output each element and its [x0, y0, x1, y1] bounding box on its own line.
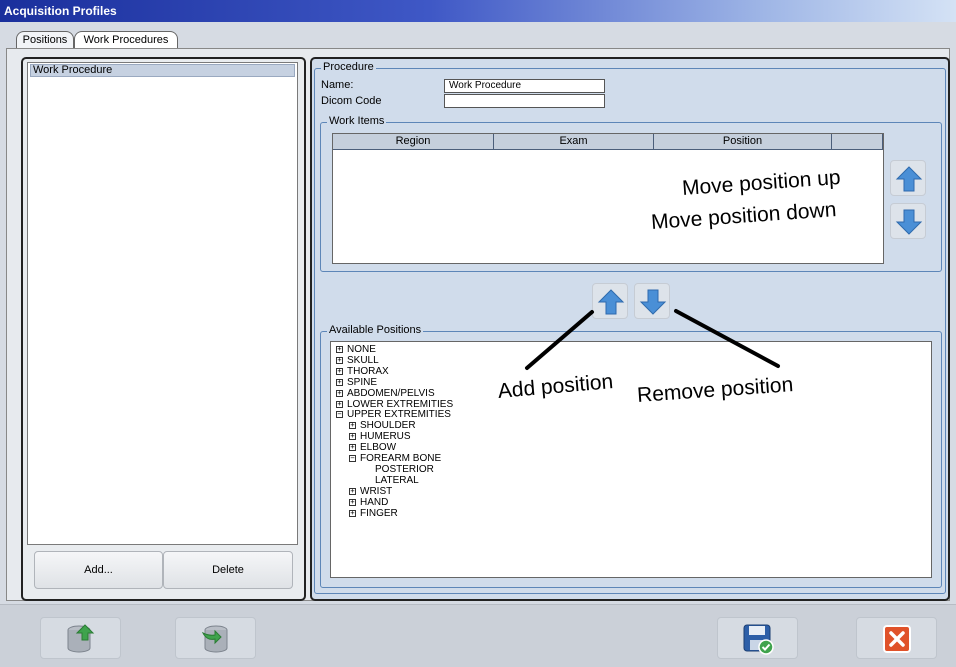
column-header-position[interactable]: Position	[654, 134, 832, 150]
tree-item[interactable]: + SKULL	[336, 355, 379, 366]
bottom-toolbar	[0, 604, 956, 667]
expand-icon[interactable]: +	[349, 509, 356, 517]
dicom-code-label: Dicom Code	[321, 95, 382, 107]
remove-position-button[interactable]	[634, 283, 670, 319]
tree-item[interactable]: + SHOULDER	[349, 420, 416, 431]
tree-item[interactable]: + HUMERUS	[349, 431, 411, 442]
name-field[interactable]: Work Procedure	[444, 79, 605, 93]
tree-item[interactable]: − FOREARM BONE	[349, 453, 441, 464]
database-export-icon	[201, 625, 228, 653]
tree-item-label: ELBOW	[360, 442, 397, 454]
tab-positions[interactable]: Positions	[16, 31, 74, 49]
expand-icon[interactable]: +	[349, 444, 356, 452]
tree-item-label: LATERAL	[375, 474, 419, 486]
tree-item[interactable]: + ABDOMEN/PELVIS	[336, 388, 435, 399]
tree-item-label: FOREARM BONE	[360, 453, 442, 464]
tree-item-label: THORAX	[347, 365, 389, 377]
tree-item-label: SPINE	[347, 376, 378, 388]
tree-item-label: WRIST	[360, 485, 393, 497]
add-position-button[interactable]	[592, 283, 628, 319]
expand-icon[interactable]: +	[349, 498, 356, 506]
tree-item[interactable]: POSTERIOR	[375, 464, 434, 475]
arrow-down-icon	[895, 209, 923, 235]
save-button[interactable]	[717, 617, 798, 659]
tree-item-label: FINGER	[360, 507, 398, 519]
tree-item[interactable]: LATERAL	[375, 475, 419, 486]
available-positions-group-label: Available Positions	[327, 324, 424, 337]
add-button[interactable]: Add...	[34, 551, 163, 589]
close-button[interactable]	[856, 617, 937, 659]
expand-icon[interactable]: +	[336, 356, 343, 364]
arrow-down-icon	[639, 289, 667, 315]
tree-item-label: NONE	[347, 344, 376, 355]
tree-item-label: LOWER EXTREMITIES	[347, 398, 454, 410]
expand-icon[interactable]: +	[349, 433, 356, 441]
expand-icon[interactable]: +	[336, 367, 343, 375]
export-button[interactable]	[175, 617, 256, 659]
column-header-region[interactable]: Region	[333, 134, 494, 150]
move-up-button[interactable]	[890, 160, 926, 196]
tree-item[interactable]: + NONE	[336, 344, 376, 355]
import-button[interactable]	[40, 617, 121, 659]
tree-item-label: SHOULDER	[360, 420, 416, 432]
tree-item-label: ABDOMEN/PELVIS	[347, 387, 435, 399]
available-positions-tree[interactable]: + NONE + SKULL + THORAX + SPINE + ABDOMEN/PELVIS +…	[330, 341, 932, 578]
tree-item-label: UPPER EXTREMITIES	[347, 409, 451, 421]
list-item[interactable]: Work Procedure	[30, 64, 295, 77]
delete-button[interactable]: Delete	[163, 551, 293, 589]
close-icon	[883, 625, 911, 653]
table-header: Region Exam Position	[333, 134, 883, 150]
tree-item-label: HUMERUS	[360, 431, 411, 443]
expand-icon[interactable]: +	[349, 422, 356, 430]
tree-item[interactable]: − UPPER EXTREMITIES	[336, 409, 451, 420]
collapse-icon[interactable]: −	[336, 411, 343, 419]
procedures-list[interactable]: Work Procedure	[27, 62, 298, 545]
expand-icon[interactable]: +	[336, 400, 343, 408]
tree-item-label: SKULL	[347, 354, 379, 366]
tree-item[interactable]: + HAND	[349, 497, 388, 508]
arrow-up-icon	[895, 166, 923, 192]
move-down-button[interactable]	[890, 203, 926, 239]
database-import-icon	[67, 624, 95, 653]
work-items-table[interactable]: Region Exam Position	[332, 133, 884, 264]
dicom-code-field[interactable]	[444, 94, 605, 108]
name-label: Name:	[321, 79, 354, 91]
procedure-group-label: Procedure	[321, 61, 376, 74]
column-header-exam[interactable]: Exam	[494, 134, 654, 150]
arrow-up-icon	[597, 289, 625, 315]
expand-icon[interactable]: +	[349, 487, 356, 495]
window-title: Acquisition Profiles	[0, 0, 956, 22]
tree-item-label: HAND	[360, 496, 389, 508]
column-header-extra[interactable]	[832, 134, 883, 150]
collapse-icon[interactable]: −	[349, 455, 356, 462]
tree-item-label: POSTERIOR	[375, 463, 434, 475]
tree-item[interactable]: + FINGER	[349, 508, 398, 519]
tree-item[interactable]: + SPINE	[336, 377, 377, 388]
tree-item[interactable]: + WRIST	[349, 486, 392, 497]
expand-icon[interactable]: +	[336, 378, 343, 386]
save-icon	[743, 624, 774, 655]
expand-icon[interactable]: +	[336, 389, 343, 397]
work-items-group-label: Work Items	[327, 115, 387, 128]
tree-item[interactable]: + THORAX	[336, 366, 389, 377]
tab-work-procedures[interactable]: Work Procedures	[74, 31, 178, 49]
expand-icon[interactable]: +	[336, 346, 343, 353]
tree-item[interactable]: + ELBOW	[349, 442, 396, 453]
tree-item[interactable]: + LOWER EXTREMITIES	[336, 399, 453, 410]
